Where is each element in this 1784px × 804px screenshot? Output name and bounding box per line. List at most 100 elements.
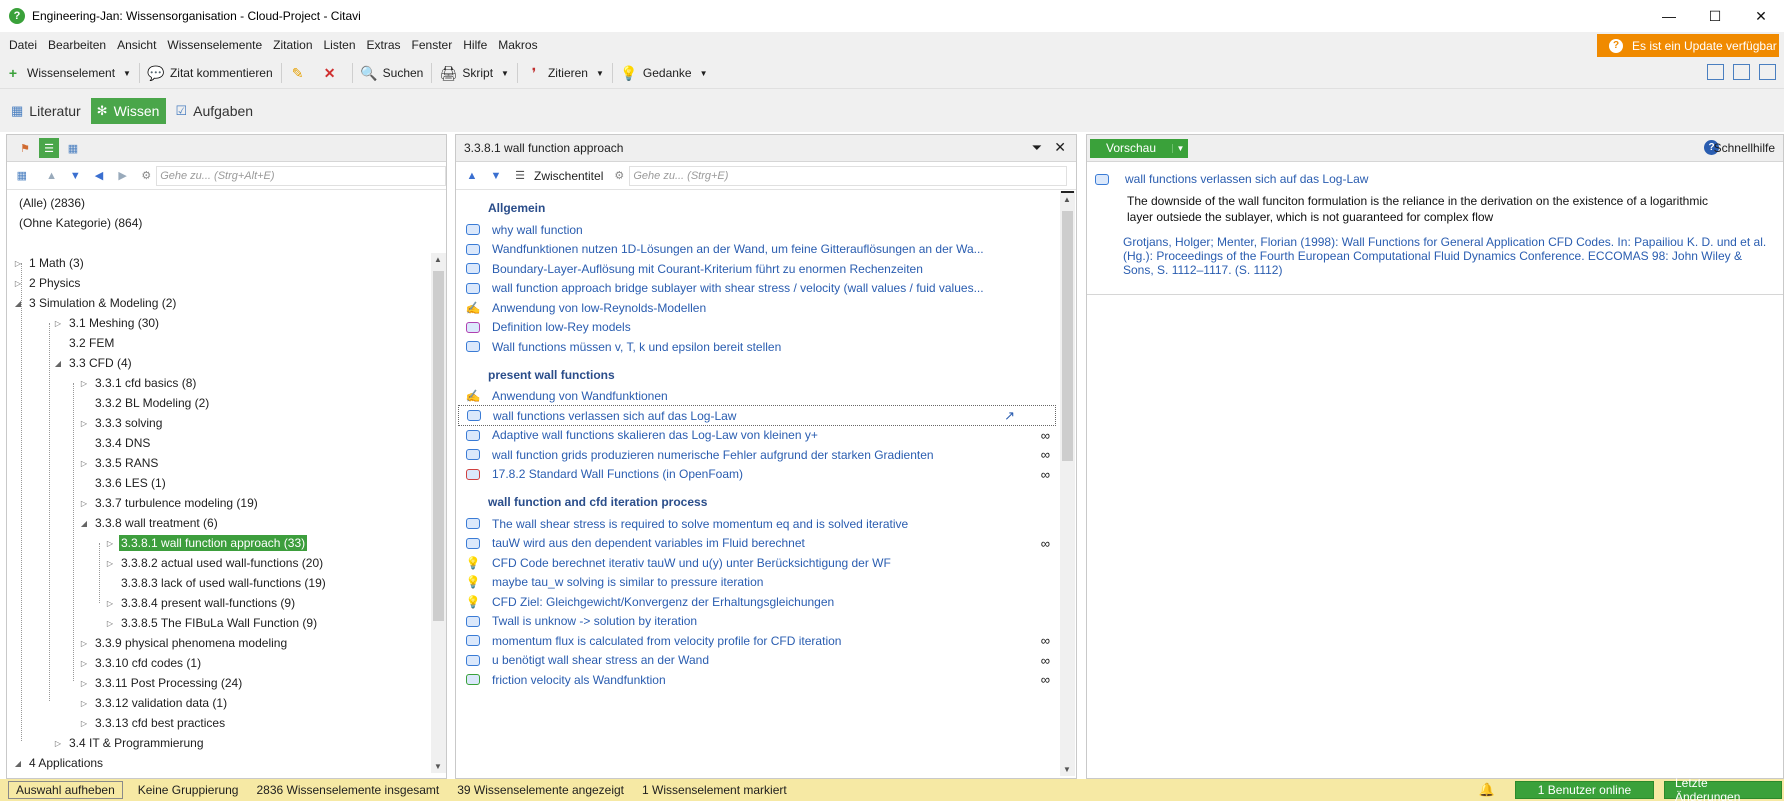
tree-item[interactable]: ◢ 3 Simulation & Modeling (2) xyxy=(13,293,178,313)
collapsed-icon[interactable]: ▷ xyxy=(105,599,115,608)
move-up-icon[interactable]: ▲ xyxy=(42,166,62,186)
tree-item[interactable]: (Ohne Kategorie) (864) xyxy=(13,213,144,233)
tree-item[interactable]: 3.3.8.3 lack of used wall-functions (19) xyxy=(105,573,328,593)
menu-listen[interactable]: Listen xyxy=(319,38,361,52)
collapsed-icon[interactable]: ▷ xyxy=(79,499,89,508)
tab-wissen[interactable]: ✻ Wissen xyxy=(90,97,167,124)
tree-item[interactable]: ▷ 3.1 Meshing (30) xyxy=(53,313,161,333)
tab-literatur[interactable]: ▦ Literatur xyxy=(5,98,88,124)
settings-icon[interactable]: ⚙ xyxy=(137,166,157,186)
collapsed-icon[interactable]: ▷ xyxy=(53,739,63,748)
tree-item[interactable]: ▷ 3.3.7 turbulence modeling (19) xyxy=(79,493,260,513)
vorschau-dropdown[interactable]: Vorschau ▼ xyxy=(1090,138,1188,158)
open-arrow-icon[interactable]: ↗ xyxy=(1004,408,1015,424)
menu-ansicht[interactable]: Ansicht xyxy=(112,38,161,52)
skript-button[interactable]: 🖨 Skript ▼ xyxy=(435,61,514,85)
preview-citation[interactable]: Grotjans, Holger; Menter, Florian (1998)… xyxy=(1123,235,1769,277)
tree-item[interactable]: ▷ 3.3.11 Post Processing (24) xyxy=(79,673,244,693)
chevron-down-icon[interactable]: ▼ xyxy=(700,69,708,78)
knowledge-item[interactable]: 💡 CFD Code berechnet iterativ tauW und u(… xyxy=(458,552,1056,573)
scroll-up-icon[interactable]: ▲ xyxy=(434,255,442,264)
delete-button[interactable]: ✕ xyxy=(317,61,349,85)
close-window-button[interactable]: ✕ xyxy=(1738,0,1784,32)
menu-wissenselemente[interactable]: Wissenselemente xyxy=(162,38,267,52)
gedanke-button[interactable]: 💡 Gedanke ▼ xyxy=(616,61,713,85)
knowledge-item[interactable]: wall function grids produzieren numerisc… xyxy=(458,444,1056,465)
knowledge-item[interactable]: 💡 CFD Ziel: Gleichgewicht/Konvergenz der … xyxy=(458,591,1056,612)
collapsed-icon[interactable]: ▷ xyxy=(79,419,89,428)
outdent-icon[interactable]: ◀ xyxy=(89,166,109,186)
menu-datei[interactable]: Datei xyxy=(4,38,42,52)
collapsed-icon[interactable]: ▷ xyxy=(105,539,115,548)
zitieren-button[interactable]: ❜ Zitieren ▼ xyxy=(521,61,609,85)
menu-bearbeiten[interactable]: Bearbeiten xyxy=(43,38,111,52)
wissenselement-button[interactable]: + Wissenselement ▼ xyxy=(0,61,136,85)
tab-aufgaben[interactable]: ☑ Aufgaben xyxy=(169,98,260,124)
tree-item[interactable]: ◢ 3.3 CFD (4) xyxy=(53,353,134,373)
link-icon[interactable]: ∞ xyxy=(1041,447,1050,462)
tree-item[interactable]: ▷ 3.3.9 physical phenomena modeling xyxy=(79,633,289,653)
category-search-input[interactable]: Gehe zu... (Strg+Alt+E) xyxy=(156,165,446,186)
link-icon[interactable]: ∞ xyxy=(1041,653,1050,668)
menu-extras[interactable]: Extras xyxy=(362,38,406,52)
knowledge-item[interactable]: friction velocity als Wandfunktion ∞ xyxy=(458,669,1056,690)
tree-item[interactable]: ▷ 2 Physics xyxy=(13,273,82,293)
knowledge-item[interactable]: Twall is unknow -> solution by iteration xyxy=(458,611,1056,632)
knowledge-item[interactable]: why wall function xyxy=(458,219,1056,240)
knowledge-item[interactable]: Boundary-Layer-Auflösung mit Courant-Kri… xyxy=(458,258,1056,279)
link-icon[interactable]: ∞ xyxy=(1041,672,1050,687)
recent-changes-button[interactable]: Letzte Änderungen xyxy=(1664,776,1782,804)
menu-zitation[interactable]: Zitation xyxy=(268,38,317,52)
zitat-kommentieren-button[interactable]: 💬 Zitat kommentieren xyxy=(143,61,278,85)
knowledge-item[interactable]: momentum flux is calculated from velocit… xyxy=(458,630,1056,651)
knowledge-item[interactable]: ✍ Anwendung von Wandfunktionen xyxy=(458,386,1056,407)
menu-fenster[interactable]: Fenster xyxy=(407,38,458,52)
collapsed-icon[interactable]: ▷ xyxy=(79,659,89,668)
tree-item[interactable]: ▷ 3.3.13 cfd best practices xyxy=(79,713,227,733)
knowledge-item[interactable]: 17.8.2 Standard Wall Functions (in OpenF… xyxy=(458,464,1056,485)
tree-item[interactable]: ◢ 3.3.8 wall treatment (6) xyxy=(79,513,220,533)
knowledge-scrollbar[interactable]: ▲ ▼ xyxy=(1060,191,1075,776)
category-tree-view-icon[interactable]: ☰ xyxy=(39,138,59,158)
knowledge-item[interactable]: u benötigt wall shear stress an der Wand… xyxy=(458,650,1056,671)
tree-item[interactable]: 3.2 FEM xyxy=(53,333,116,353)
zwischentitel-button[interactable]: Zwischentitel xyxy=(534,169,603,183)
expanded-icon[interactable]: ◢ xyxy=(79,519,89,528)
tree-item[interactable]: ▷ 3.3.10 cfd codes (1) xyxy=(79,653,203,673)
auswahl-aufheben-button[interactable]: Auswahl aufheben xyxy=(8,781,123,799)
collapsed-icon[interactable]: ▷ xyxy=(79,379,89,388)
expanded-icon[interactable]: ◢ xyxy=(13,759,23,768)
collapsed-icon[interactable]: ▷ xyxy=(105,619,115,628)
chevron-down-icon[interactable]: ▼ xyxy=(501,69,509,78)
tree-item[interactable]: ▷ 3.3.8.2 actual used wall-functions (20) xyxy=(105,553,325,573)
schnellhilfe-button[interactable]: Schnellhilfe xyxy=(1714,141,1775,155)
knowledge-item[interactable]: wall function approach bridge sublayer w… xyxy=(458,278,1056,299)
link-icon[interactable]: ∞ xyxy=(1041,428,1050,443)
tree-item[interactable]: (Alle) (2836) xyxy=(13,193,87,213)
menu-makros[interactable]: Makros xyxy=(493,38,542,52)
scroll-down-icon[interactable]: ▼ xyxy=(1063,765,1071,774)
users-online-button[interactable]: 1 Benutzer online xyxy=(1515,781,1654,799)
link-icon[interactable]: ∞ xyxy=(1041,633,1050,648)
tree-item[interactable]: 3.3.6 LES (1) xyxy=(79,473,168,493)
tree-item[interactable]: ▷ 3.3.8.5 The FIBuLa Wall Function (9) xyxy=(105,613,319,633)
collapsed-icon[interactable]: ▷ xyxy=(79,719,89,728)
close-icon[interactable]: ✕ xyxy=(1054,139,1066,156)
knowledge-item[interactable]: tauW wird aus den dependent variables im… xyxy=(458,533,1056,554)
collapsed-icon[interactable]: ▷ xyxy=(105,559,115,568)
knowledge-scroll-thumb[interactable] xyxy=(1062,211,1073,461)
move-down-icon[interactable]: ▼ xyxy=(486,166,506,186)
add-category-icon[interactable]: ▦ xyxy=(12,166,32,186)
collapsed-icon[interactable]: ▷ xyxy=(79,459,89,468)
tree-item[interactable]: ▷ 3.3.8.1 wall function approach (33) xyxy=(105,533,308,553)
scroll-down-icon[interactable]: ▼ xyxy=(434,762,442,771)
collapsed-icon[interactable]: ▷ xyxy=(79,699,89,708)
tree-item[interactable]: ◢ 4 Applications xyxy=(13,753,105,773)
move-up-icon[interactable]: ▲ xyxy=(462,166,482,186)
tree-item[interactable]: ▷ 3.3.5 RANS xyxy=(79,453,160,473)
bell-icon[interactable]: 🔔 xyxy=(1479,782,1495,798)
layout-three-pane-icon[interactable] xyxy=(1707,64,1724,80)
suchen-button[interactable]: 🔍 Suchen xyxy=(356,61,429,85)
menu-hilfe[interactable]: Hilfe xyxy=(458,38,492,52)
tree-item[interactable]: ▷ 3.4 IT & Programmierung xyxy=(53,733,206,753)
